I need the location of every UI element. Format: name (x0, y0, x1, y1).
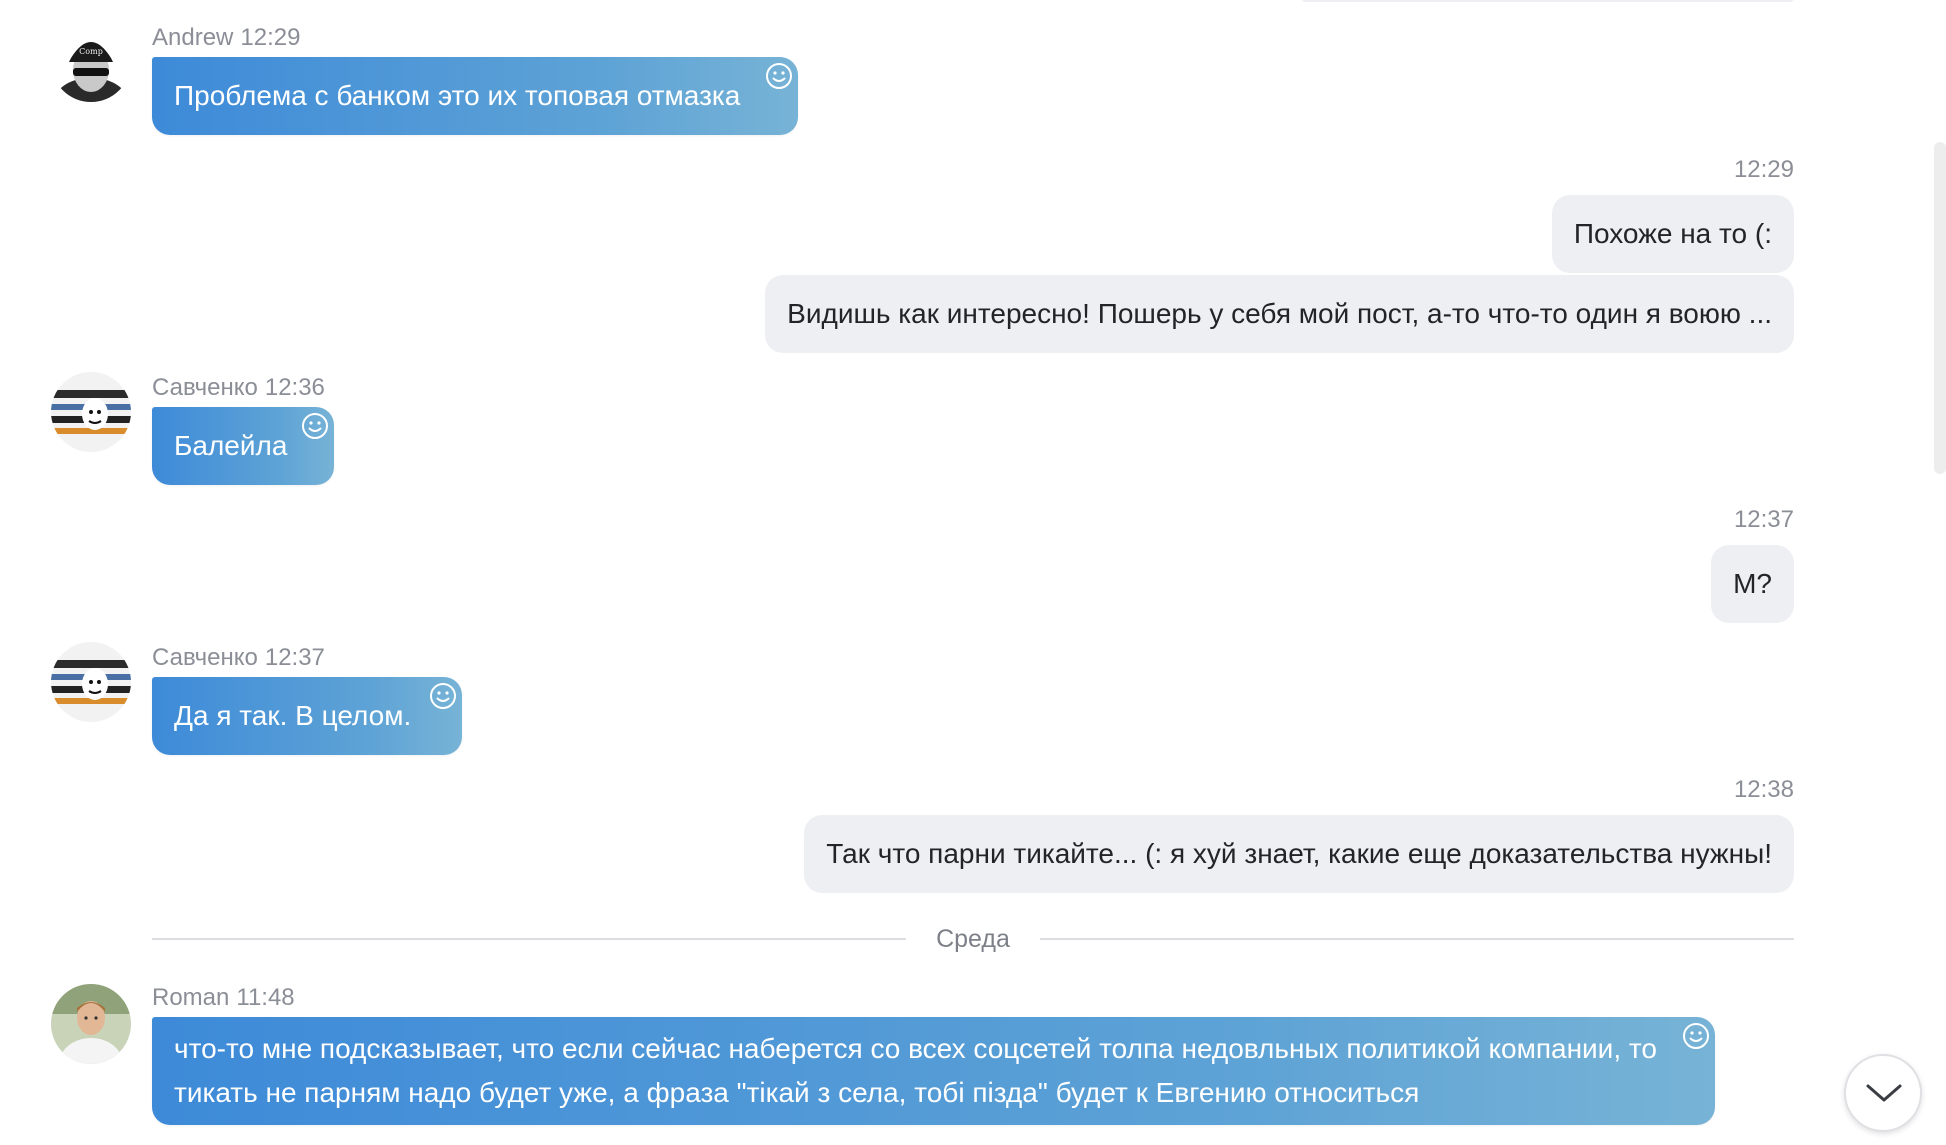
sender-name[interactable]: Andrew (152, 24, 233, 51)
message-time: 12:29 (1733, 156, 1794, 183)
message-meta: Савченко 12:37 (152, 644, 325, 672)
smiley-icon[interactable] (300, 411, 330, 441)
chat-history: Comp Andrew 12:29 Проблема с банком это и… (0, 0, 1946, 1145)
message-time: 12:38 (1733, 776, 1794, 803)
message-text: Да я так. В целом. (174, 700, 412, 731)
svg-text:Comp: Comp (79, 47, 103, 56)
message-text: что-то мне подсказывает, что если сейчас… (174, 1033, 1657, 1108)
outgoing-message[interactable]: Видишь как интересно! Пошерь у себя мой … (765, 275, 1794, 353)
message-meta: Andrew 12:29 (152, 24, 300, 52)
avatar-savchenko[interactable] (51, 372, 131, 452)
incoming-message[interactable]: Да я так. В целом. (152, 677, 462, 755)
message-time: 11:48 (236, 984, 295, 1011)
incoming-message[interactable]: что-то мне подсказывает, что если сейчас… (152, 1017, 1715, 1125)
avatar-roman[interactable] (51, 984, 131, 1064)
scrollbar-thumb[interactable] (1934, 142, 1946, 474)
message-text: М? (1733, 568, 1772, 599)
sender-name[interactable]: Савченко (152, 644, 258, 671)
message-text: Проблема с банком это их топовая отмазка (174, 80, 741, 111)
smiley-icon[interactable] (764, 61, 794, 91)
outgoing-message[interactable]: Похоже на то (: (1551, 195, 1794, 273)
message-time: 12:37 (264, 644, 325, 671)
message-meta: Roman 11:48 (152, 984, 295, 1012)
avatar-andrew[interactable]: Comp (51, 22, 131, 102)
message-text: Похоже на то (: (1573, 218, 1772, 249)
outgoing-message[interactable]: Так что парни тикайте... (: я хуй знает,… (804, 815, 1794, 893)
scroll-to-bottom-button[interactable] (1844, 1054, 1922, 1132)
message-time: 12:37 (1733, 506, 1794, 533)
chevron-down-icon (1866, 1084, 1902, 1102)
previous-message-bubble (1300, 0, 1795, 2)
smiley-icon[interactable] (428, 681, 458, 711)
sender-name[interactable]: Roman (152, 984, 229, 1011)
message-text: Так что парни тикайте... (: я хуй знает,… (826, 838, 1772, 869)
message-meta: Савченко 12:36 (152, 374, 325, 402)
message-time: 12:36 (264, 374, 325, 401)
day-label: Среда (936, 925, 1010, 953)
message-text: Видишь как интересно! Пошерь у себя мой … (787, 298, 1772, 329)
outgoing-message[interactable]: М? (1711, 545, 1794, 623)
incoming-message[interactable]: Проблема с банком это их топовая отмазка (152, 57, 798, 135)
message-text: Балейла (174, 430, 288, 461)
sender-name[interactable]: Савченко (152, 374, 258, 401)
message-time: 12:29 (240, 24, 301, 51)
day-divider: Среда (152, 924, 1794, 954)
incoming-message[interactable]: Балейла (152, 407, 334, 485)
avatar-savchenko[interactable] (51, 642, 131, 722)
smiley-icon[interactable] (1681, 1021, 1711, 1051)
